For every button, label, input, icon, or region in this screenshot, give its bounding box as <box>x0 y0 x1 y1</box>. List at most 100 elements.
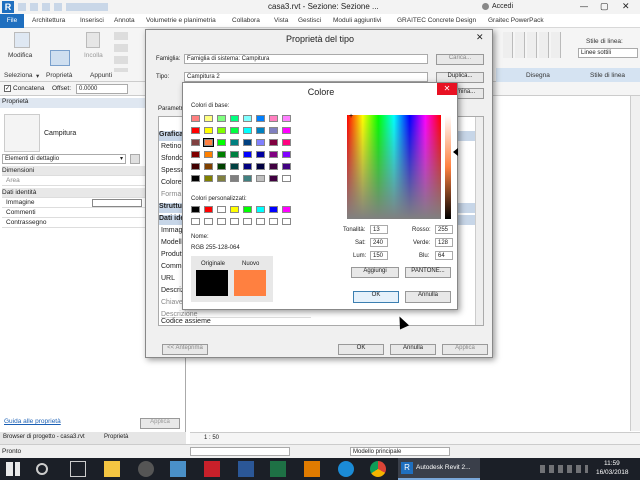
base-color-swatch[interactable] <box>282 151 291 158</box>
custom-color-swatch[interactable] <box>217 206 226 213</box>
base-color-swatch[interactable] <box>217 139 226 146</box>
windows-start-icon[interactable] <box>6 462 20 476</box>
custom-color-swatch[interactable] <box>256 206 265 213</box>
sign-in-link[interactable]: Accedi <box>492 3 513 10</box>
file-explorer-icon[interactable] <box>104 461 120 477</box>
edge-icon[interactable] <box>338 461 354 477</box>
search-icon[interactable] <box>36 463 48 475</box>
base-color-swatch[interactable] <box>256 151 265 158</box>
crosshair-icon[interactable]: + <box>349 113 353 120</box>
base-color-swatch[interactable] <box>203 138 214 147</box>
base-color-swatch[interactable] <box>256 115 265 122</box>
task-view-icon[interactable] <box>70 461 86 477</box>
chevron-down-icon[interactable]: ▾ <box>36 72 39 80</box>
edit-tools-icon[interactable] <box>114 32 128 72</box>
tab-annota[interactable]: Annota <box>114 17 135 24</box>
custom-color-swatch[interactable] <box>243 218 252 225</box>
tab-inserisci[interactable]: Inserisci <box>80 17 104 24</box>
revit-task-button[interactable]: R Autodesk Revit 2... <box>398 458 480 480</box>
close-icon[interactable]: ✕ <box>476 32 484 43</box>
properties-apply-button[interactable]: Applica <box>140 418 180 429</box>
base-color-swatch[interactable] <box>230 115 239 122</box>
close-icon[interactable]: ✕ <box>437 83 457 95</box>
modifica-label[interactable]: Modifica <box>8 52 32 59</box>
tab-vista[interactable]: Vista <box>274 17 288 24</box>
tab-project-browser[interactable]: Browser di progetto - casa3.rvt <box>3 434 85 440</box>
custom-color-swatch[interactable] <box>230 206 239 213</box>
seleziona-label[interactable]: Seleziona <box>4 72 33 79</box>
base-color-swatch[interactable] <box>269 163 278 170</box>
vertical-scrollbar[interactable] <box>630 96 640 431</box>
base-color-swatch[interactable] <box>230 151 239 158</box>
base-color-swatch[interactable] <box>282 139 291 146</box>
base-color-swatch[interactable] <box>217 127 226 134</box>
concatena-checkbox[interactable]: ✓ <box>4 85 11 92</box>
luminance-pointer-icon[interactable] <box>453 148 458 156</box>
offset-input[interactable]: 0.0000 <box>76 84 128 94</box>
pen-app-icon[interactable] <box>170 461 186 477</box>
quick-access-toolbar[interactable] <box>18 3 108 11</box>
blu-input[interactable]: 64 <box>435 251 453 260</box>
custom-color-swatch[interactable] <box>230 218 239 225</box>
immagine-value-field[interactable] <box>92 199 142 207</box>
tab-collabora[interactable]: Collabora <box>232 17 260 24</box>
minimize-button[interactable]: — <box>580 2 588 11</box>
clock-date[interactable]: 16/03/2018 <box>596 469 629 476</box>
custom-color-swatch[interactable] <box>256 218 265 225</box>
scale-label[interactable]: 1 : 50 <box>204 435 219 441</box>
base-color-swatch[interactable] <box>191 163 200 170</box>
color-ok-button[interactable]: OK <box>353 291 399 303</box>
modifica-icon[interactable] <box>14 32 30 48</box>
base-color-swatch[interactable] <box>256 139 265 146</box>
lum-input[interactable]: 150 <box>370 251 388 260</box>
base-color-swatch[interactable] <box>243 151 252 158</box>
base-color-swatch[interactable] <box>282 115 291 122</box>
maximize-button[interactable]: ▢ <box>600 1 609 12</box>
base-color-swatch[interactable] <box>191 139 200 146</box>
base-color-swatch[interactable] <box>269 115 278 122</box>
custom-color-swatch[interactable] <box>217 218 226 225</box>
base-color-swatch[interactable] <box>204 151 213 158</box>
base-color-swatch[interactable] <box>204 175 213 182</box>
chrome-icon[interactable] <box>370 461 386 477</box>
verde-input[interactable]: 128 <box>435 238 453 247</box>
excel-icon[interactable] <box>270 461 286 477</box>
tonalita-input[interactable]: 13 <box>370 225 388 234</box>
base-color-swatch[interactable] <box>282 163 291 170</box>
tipo-select[interactable]: Campitura 2 <box>184 72 428 82</box>
draw-tools-icon[interactable] <box>503 32 563 58</box>
base-color-swatch[interactable] <box>243 127 252 134</box>
base-color-swatch[interactable] <box>269 175 278 182</box>
acrobat-icon[interactable] <box>204 461 220 477</box>
base-color-swatch[interactable] <box>204 127 213 134</box>
tab-properties[interactable]: Proprietà <box>104 434 128 440</box>
famiglia-select[interactable]: Famiglia di sistema: Campitura <box>184 54 428 64</box>
pantone-button[interactable]: PANTONE... <box>405 267 451 278</box>
close-window-button[interactable]: ✕ <box>622 1 630 12</box>
tab-volumetrie[interactable]: Volumetrie e planimetria <box>146 17 216 24</box>
tab-graitec-concrete[interactable]: GRAITEC Concrete Design <box>397 17 476 24</box>
custom-color-swatch[interactable] <box>269 218 278 225</box>
base-color-swatch[interactable] <box>282 175 291 182</box>
base-color-swatch[interactable] <box>204 115 213 122</box>
type-applica-button[interactable]: Applica <box>442 344 488 355</box>
base-color-swatch[interactable] <box>230 175 239 182</box>
base-color-swatch[interactable] <box>269 139 278 146</box>
custom-color-swatch[interactable] <box>282 206 291 213</box>
base-color-swatch[interactable] <box>191 175 200 182</box>
rosso-input[interactable]: 255 <box>435 225 453 234</box>
custom-color-swatch[interactable] <box>191 218 200 225</box>
proprieta-icon[interactable] <box>50 50 70 66</box>
base-color-swatch[interactable] <box>243 163 252 170</box>
custom-color-swatch[interactable] <box>282 218 291 225</box>
base-color-swatch[interactable] <box>230 139 239 146</box>
base-color-swatch[interactable] <box>269 127 278 134</box>
custom-color-swatch[interactable] <box>204 218 213 225</box>
base-color-swatch[interactable] <box>204 163 213 170</box>
carica-button[interactable]: Carica... <box>436 54 484 65</box>
base-color-swatch[interactable] <box>256 127 265 134</box>
color-spectrum[interactable] <box>347 115 441 219</box>
color-annulla-button[interactable]: Annulla <box>405 291 451 303</box>
base-color-swatch[interactable] <box>282 127 291 134</box>
tab-architettura[interactable]: Architettura <box>32 17 65 24</box>
